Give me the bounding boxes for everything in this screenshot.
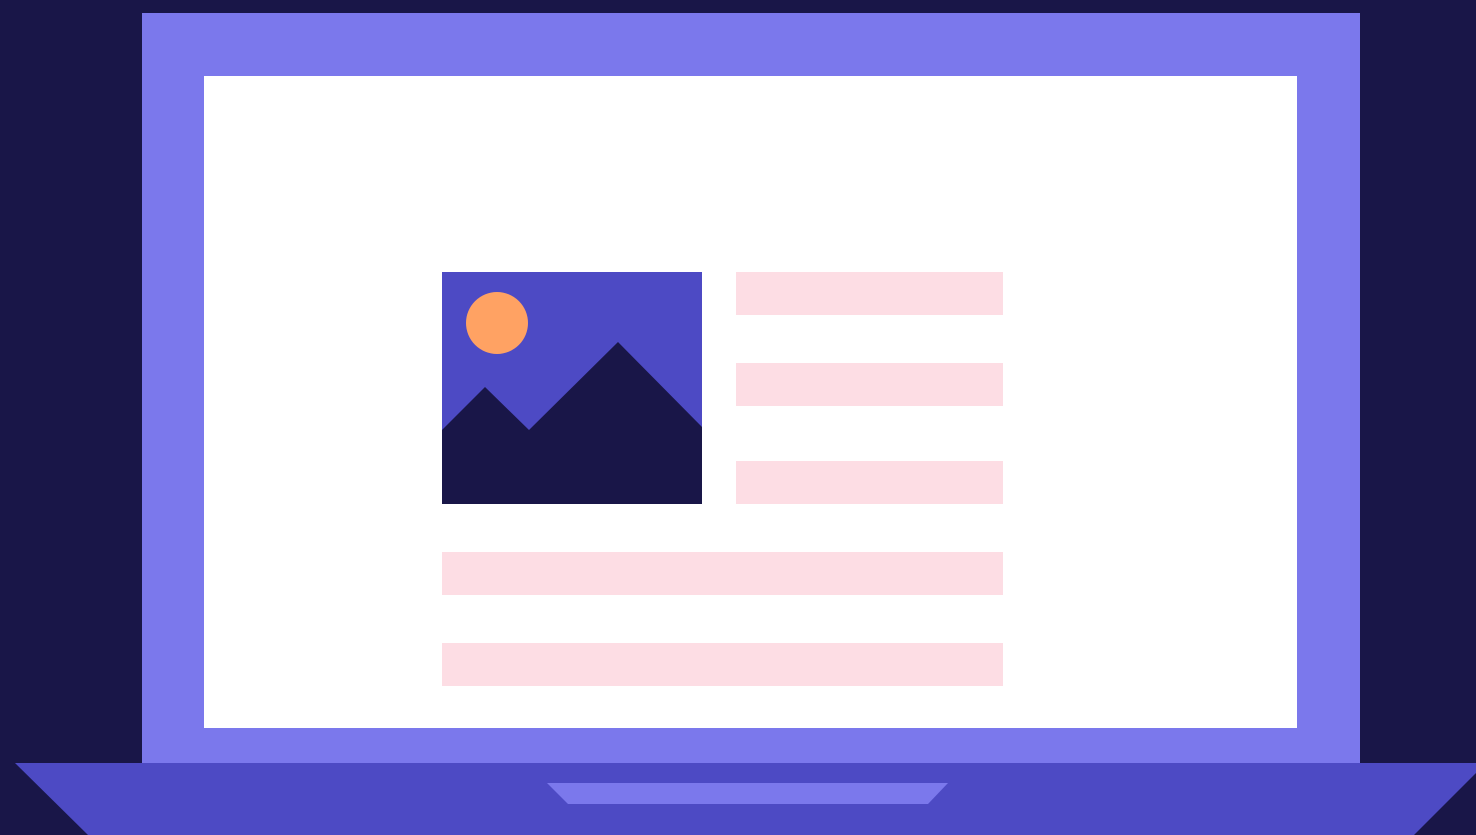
text-line-2 xyxy=(736,363,1003,406)
window-minimize-dot[interactable] xyxy=(331,124,386,179)
window-maximize-dot[interactable] xyxy=(410,124,465,179)
text-line-5 xyxy=(442,643,1003,686)
image-sun xyxy=(466,292,528,354)
image-placeholder-icon xyxy=(442,272,702,504)
text-line-3 xyxy=(736,461,1003,504)
laptop-base xyxy=(15,763,1476,835)
text-line-4 xyxy=(442,552,1003,595)
trackpad xyxy=(547,783,948,804)
window-close-dot[interactable] xyxy=(252,124,307,179)
text-line-1 xyxy=(736,272,1003,315)
